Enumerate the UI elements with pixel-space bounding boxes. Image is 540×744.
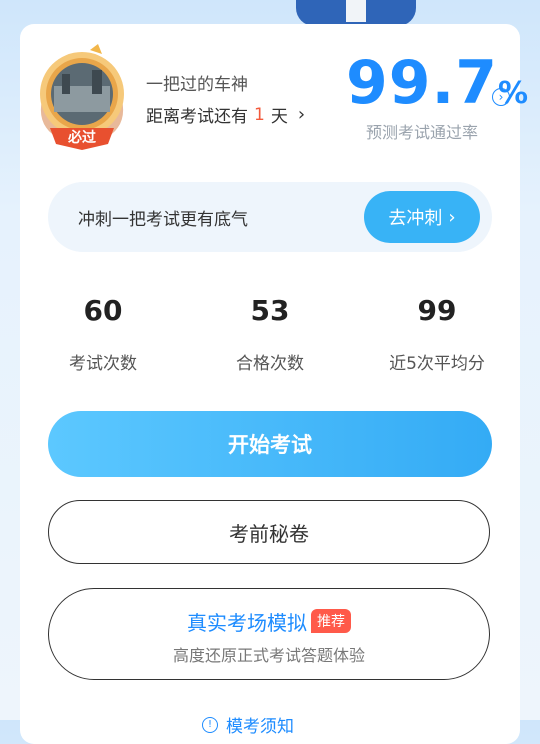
stat-label: 合格次数 — [236, 354, 304, 374]
mock-exam-title-row: 真实考场模拟 推荐 — [49, 607, 489, 636]
hero-figure — [296, 0, 416, 26]
pass-badge-icon: 必过 — [40, 44, 124, 150]
stat-average-score: 99 近5次平均分 — [362, 294, 512, 374]
exam-rules-link[interactable]: ! 模考须知 — [202, 712, 294, 737]
chevron-right-icon: › — [297, 104, 306, 125]
sprint-text: 冲刺一把考试更有底气 — [78, 210, 248, 230]
countdown-suffix: 天 — [270, 107, 288, 127]
shirt-collar — [346, 0, 366, 22]
stat-label: 近5次平均分 — [389, 354, 485, 374]
exam-countdown-link[interactable]: 距离考试还有 1 天 › — [146, 102, 305, 127]
stat-exam-count: 60 考试次数 — [28, 294, 178, 374]
badge-label: 必过 — [67, 129, 96, 146]
sprint-button[interactable]: 去冲刺 › — [364, 191, 480, 243]
stat-value: 53 — [250, 294, 290, 327]
countdown-prefix: 距离考试还有 — [146, 107, 248, 127]
exam-rules-label: 模考须知 — [226, 717, 294, 737]
exam-card: 必过 一把过的车神 距离考试还有 1 天 › 99.7% › 预测考试通过率 冲… — [20, 24, 528, 744]
mock-exam-subtitle: 高度还原正式考试答题体验 — [172, 646, 365, 665]
sprint-button-label: 去冲刺 — [388, 208, 443, 229]
pass-rate-value: 99.7 — [346, 48, 499, 118]
stat-value: 99 — [417, 294, 457, 327]
recommended-badge: 推荐 — [311, 609, 351, 633]
user-motto: 一把过的车神 — [146, 75, 248, 95]
start-exam-button[interactable]: 开始考试 — [48, 411, 492, 477]
mock-exam-title: 真实考场模拟 — [187, 611, 307, 635]
countdown-days: 1 — [254, 104, 265, 125]
pass-rate: 99.7% — [346, 48, 528, 118]
stat-label: 考试次数 — [69, 354, 137, 374]
mock-exam-button[interactable]: 真实考场模拟 推荐 高度还原正式考试答题体验 — [48, 588, 490, 680]
sprint-banner: 冲刺一把考试更有底气 去冲刺 › — [48, 182, 492, 252]
stat-value: 60 — [83, 294, 123, 327]
stat-pass-count: 53 合格次数 — [195, 294, 345, 374]
pass-rate-label: 预测考试通过率 — [366, 123, 479, 142]
chevron-right-icon: › — [448, 206, 456, 228]
secret-paper-button[interactable]: 考前秘卷 — [48, 500, 490, 564]
chevron-circle-right-icon[interactable]: › — [492, 88, 510, 106]
info-circle-icon: ! — [202, 716, 218, 733]
